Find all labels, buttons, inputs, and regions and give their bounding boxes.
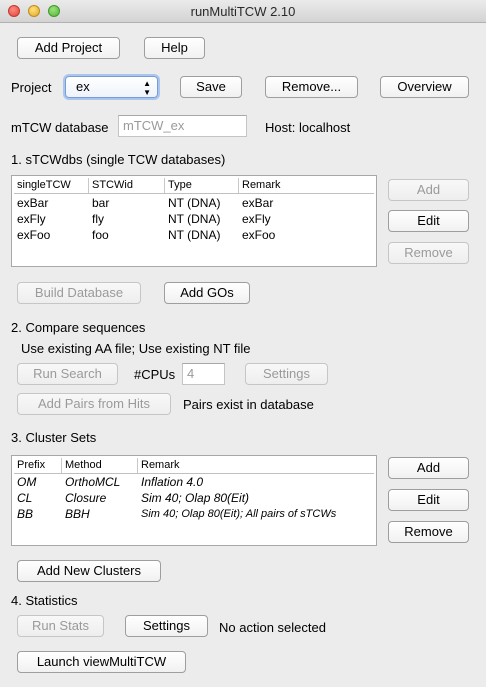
column-header[interactable]: Type	[165, 178, 239, 193]
table-row[interactable]: exBar bar NT (DNA) exBar	[14, 195, 374, 211]
column-header[interactable]: Prefix	[14, 458, 62, 473]
mtcw-database-label: mTCW database	[11, 120, 109, 135]
add-stcw-button[interactable]: Add	[388, 179, 469, 201]
remove-cluster-button[interactable]: Remove	[388, 521, 469, 543]
table-cell: NT (DNA)	[168, 196, 221, 210]
compare-settings-button[interactable]: Settings	[245, 363, 328, 385]
edit-stcw-button[interactable]: Edit	[388, 210, 469, 232]
stats-status: No action selected	[219, 620, 326, 635]
table-row[interactable]: BB BBH Sim 40; Olap 80(Eit); All pairs o…	[14, 506, 374, 522]
table-cell: Sim 40; Olap 80(Eit)	[141, 491, 250, 505]
overview-button[interactable]: Overview	[380, 76, 469, 98]
add-new-clusters-button[interactable]: Add New Clusters	[17, 560, 161, 582]
table-cell: bar	[92, 196, 110, 210]
table-row[interactable]: CL Closure Sim 40; Olap 80(Eit)	[14, 490, 374, 506]
window-title: runMultiTCW 2.10	[190, 4, 296, 19]
launch-viewmultitcw-button[interactable]: Launch viewMultiTCW	[17, 651, 186, 673]
table-cell: exBar	[17, 196, 49, 210]
column-header[interactable]: Method	[62, 458, 138, 473]
table-cell: exFoo	[17, 228, 51, 242]
column-header[interactable]: singleTCW	[14, 178, 89, 193]
compare-status: Use existing AA file; Use existing NT fi…	[21, 341, 251, 356]
project-select-value: ex	[76, 79, 90, 94]
table-row[interactable]: OM OrthoMCL Inflation 4.0	[14, 474, 374, 490]
pairs-status: Pairs exist in database	[183, 397, 314, 412]
table-cell: CL	[17, 491, 33, 505]
section-stcw-title: 1. sTCWdbs (single TCW databases)	[11, 152, 226, 167]
table-cell: Inflation 4.0	[141, 475, 204, 489]
table-cell: BB	[17, 507, 34, 521]
section-clusters-title: 3. Cluster Sets	[11, 430, 97, 445]
stats-settings-button[interactable]: Settings	[125, 615, 208, 637]
cpus-label: #CPUs	[134, 367, 176, 382]
stcw-table-header: singleTCW STCWid Type Remark	[14, 178, 374, 194]
column-header[interactable]: STCWid	[89, 178, 165, 193]
table-cell: Closure	[65, 491, 107, 505]
table-cell: OM	[17, 475, 37, 489]
table-row[interactable]: exFly fly NT (DNA) exFly	[14, 211, 374, 227]
column-header[interactable]: Remark	[239, 178, 376, 193]
remove-project-button[interactable]: Remove...	[265, 76, 358, 98]
add-project-button[interactable]: Add Project	[17, 37, 120, 59]
add-cluster-button[interactable]: Add	[388, 457, 469, 479]
build-database-button[interactable]: Build Database	[17, 282, 141, 304]
table-cell: NT (DNA)	[168, 212, 221, 226]
remove-stcw-button[interactable]: Remove	[388, 242, 469, 264]
run-search-button[interactable]: Run Search	[17, 363, 118, 385]
select-arrows-icon: ▲ ▼	[143, 79, 151, 97]
table-row[interactable]: exFoo foo NT (DNA) exFoo	[14, 227, 374, 243]
table-cell: exFly	[17, 212, 46, 226]
column-header[interactable]: Remark	[138, 458, 376, 473]
add-gos-button[interactable]: Add GOs	[164, 282, 250, 304]
table-cell: NT (DNA)	[168, 228, 221, 242]
table-cell: exFly	[242, 212, 271, 226]
table-cell: BBH	[65, 507, 90, 521]
mtcw-database-field[interactable]: mTCW_ex	[118, 115, 247, 137]
stcw-table[interactable]: singleTCW STCWid Type Remark exBar bar N…	[11, 175, 377, 267]
section-statistics-title: 4. Statistics	[11, 593, 78, 608]
run-stats-button[interactable]: Run Stats	[17, 615, 104, 637]
title-bar: runMultiTCW 2.10	[0, 0, 486, 23]
table-cell: foo	[92, 228, 109, 242]
add-pairs-button[interactable]: Add Pairs from Hits	[17, 393, 171, 415]
cpus-field[interactable]: 4	[182, 363, 225, 385]
table-cell: exFoo	[242, 228, 276, 242]
clusters-table[interactable]: Prefix Method Remark OM OrthoMCL Inflati…	[11, 455, 377, 546]
project-label: Project	[11, 80, 52, 95]
clusters-table-header: Prefix Method Remark	[14, 458, 374, 474]
table-cell: Sim 40; Olap 80(Eit); All pairs of sTCWs	[141, 508, 337, 520]
table-cell: fly	[92, 212, 104, 226]
table-cell: exBar	[242, 196, 274, 210]
help-button[interactable]: Help	[144, 37, 205, 59]
section-compare-title: 2. Compare sequences	[11, 320, 146, 335]
project-select[interactable]: ex ▲ ▼	[65, 76, 158, 98]
table-cell: OrthoMCL	[65, 475, 121, 489]
edit-cluster-button[interactable]: Edit	[388, 489, 469, 511]
host-label: Host: localhost	[265, 120, 351, 135]
save-button[interactable]: Save	[180, 76, 242, 98]
